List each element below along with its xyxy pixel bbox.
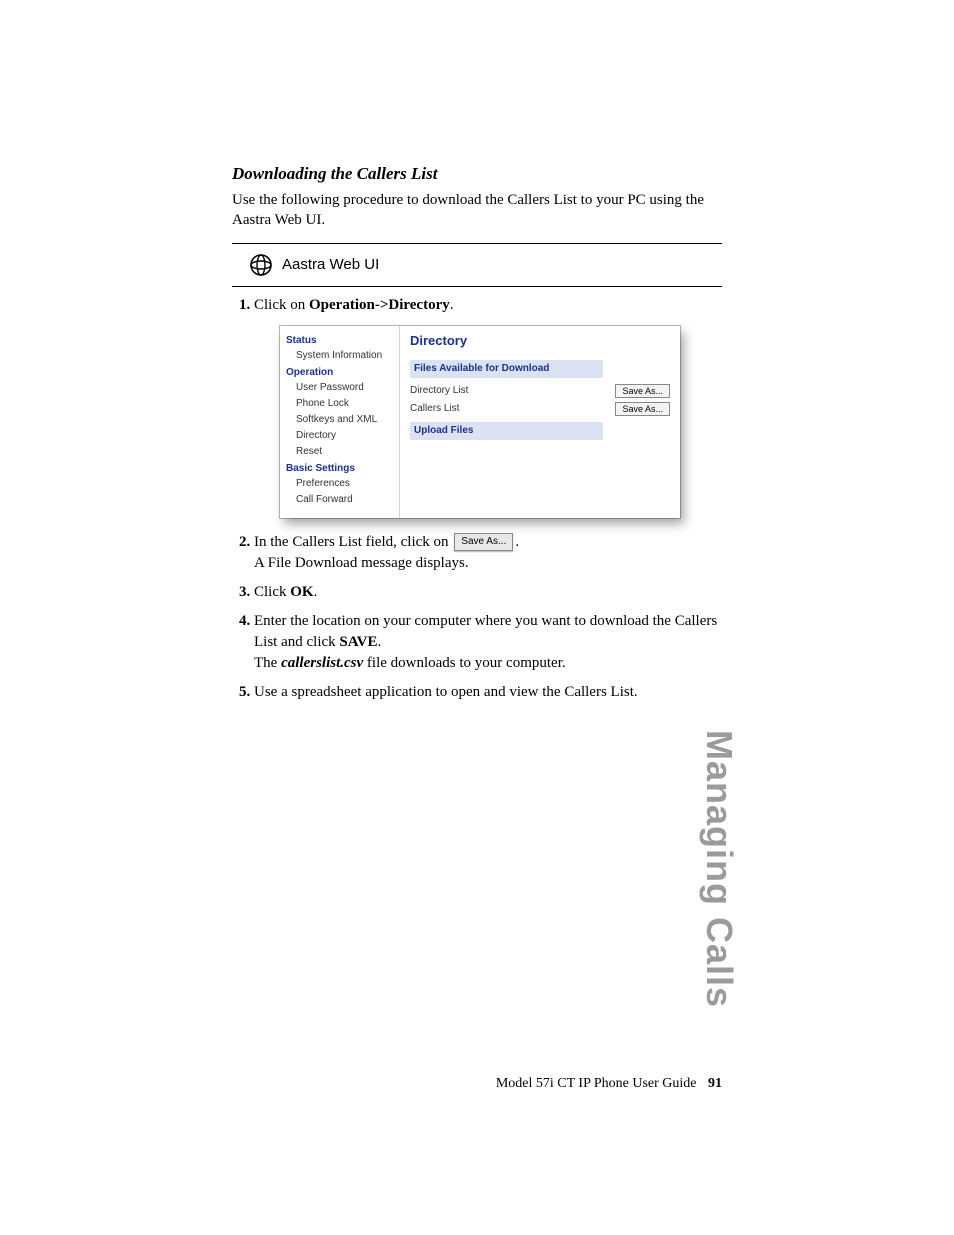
save-as-inline-button[interactable]: Save As... [454,533,513,551]
step-text: In the Callers List field, click on [254,534,452,550]
step-4: Enter the location on your computer wher… [254,611,722,674]
sidebar-item-system-information[interactable]: System Information [286,348,393,364]
save-as-button-directory[interactable]: Save As... [615,384,670,398]
sidebar-item-directory[interactable]: Directory [286,428,393,444]
ui-panel-title: Directory [410,332,670,350]
globe-icon [250,254,272,276]
divider [232,286,722,287]
ui-subhead-files-available: Files Available for Download [410,360,603,378]
aastra-web-ui-banner: Aastra Web UI [232,248,722,282]
sidebar-group-status: Status [286,334,393,348]
divider [232,243,722,244]
sidebar-item-softkeys-xml[interactable]: Softkeys and XML [286,412,393,428]
step-2: In the Callers List field, click on Save… [254,532,722,574]
step-text: . [515,534,519,550]
page-footer: Model 57i CT IP Phone User Guide 91 [232,1076,722,1092]
step-text: . [314,584,318,600]
procedure-steps: Click on Operation->Directory. Status Sy… [232,295,722,703]
step-text: Use a spreadsheet application to open an… [254,684,638,700]
footer-page-number: 91 [708,1076,722,1091]
sidebar-item-reset[interactable]: Reset [286,444,393,460]
sidebar-item-preferences[interactable]: Preferences [286,476,393,492]
step-text: . [450,297,454,313]
save-as-button-callers[interactable]: Save As... [615,402,670,416]
aastra-web-ui-label: Aastra Web UI [282,256,379,273]
sidebar-item-call-forward[interactable]: Call Forward [286,492,393,508]
section-heading: Downloading the Callers List [232,164,722,184]
sidebar-item-phone-lock[interactable]: Phone Lock [286,396,393,412]
step-text: Enter the location on your computer wher… [254,613,717,650]
sidebar-group-basic-settings: Basic Settings [286,462,393,476]
step-text: file downloads to your computer. [363,655,565,671]
step-text: Click on [254,297,309,313]
ui-main-panel: Directory Files Available for Download D… [400,326,680,518]
step-text: A File Download message displays. [254,555,469,571]
ui-row-directory-list: Directory List Save As... [410,382,670,400]
step-text-filename: callerslist.csv [281,655,363,671]
ui-row-label: Directory List [410,384,468,398]
aastra-web-ui-screenshot: Status System Information Operation User… [280,326,680,518]
footer-guide-title: Model 57i CT IP Phone User Guide [496,1076,697,1091]
sidebar-item-user-password[interactable]: User Password [286,380,393,396]
ui-row-label: Callers List [410,402,459,416]
step-5: Use a spreadsheet application to open an… [254,682,722,703]
step-text: The [254,655,281,671]
step-text-bold: Operation->Directory [309,297,450,313]
ui-subhead-upload-files: Upload Files [410,422,603,440]
intro-paragraph: Use the following procedure to download … [232,190,722,231]
chapter-title-vertical: Managing Calls [698,730,740,1008]
step-3: Click OK. [254,582,722,603]
step-text: Click [254,584,290,600]
step-1: Click on Operation->Directory. Status Sy… [254,295,722,518]
step-text: . [378,634,382,650]
step-text-bold: OK [290,584,313,600]
sidebar-group-operation: Operation [286,366,393,380]
step-text-bold: SAVE [339,634,377,650]
ui-sidebar: Status System Information Operation User… [280,326,400,518]
ui-row-callers-list: Callers List Save As... [410,400,670,418]
